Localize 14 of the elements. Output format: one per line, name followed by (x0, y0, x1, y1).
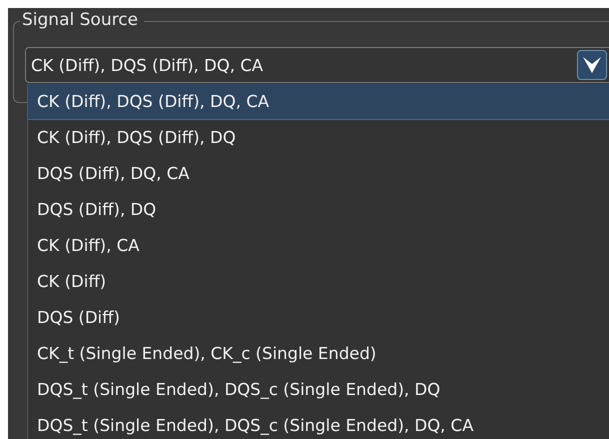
dropdown-option[interactable]: CK (Diff), DQS (Diff), DQ, CA (28, 84, 609, 120)
dropdown-option[interactable]: DQS (Diff) (28, 300, 609, 336)
group-title: Signal Source (20, 10, 144, 30)
dropdown-option[interactable]: DQS (Diff), DQ (28, 192, 609, 228)
chevron-down-icon (583, 57, 601, 73)
signal-source-dropdown[interactable]: CK (Diff), DQS (Diff), DQ, CA (25, 47, 609, 83)
dropdown-button[interactable] (577, 50, 607, 80)
dropdown-option[interactable]: CK (Diff) (28, 264, 609, 300)
dropdown-option[interactable]: CK_t (Single Ended), CK_c (Single Ended) (28, 336, 609, 372)
dropdown-option[interactable]: CK (Diff), CA (28, 228, 609, 264)
dropdown-option[interactable]: DQS_t (Single Ended), DQS_c (Single Ended), DQ (28, 372, 609, 408)
dropdown-option[interactable]: DQS_t (Single Ended), DQS_c (Single Ended), DQ, CA (28, 408, 609, 439)
dropdown-option[interactable]: CK (Diff), DQS (Diff), DQ (28, 120, 609, 156)
dropdown-option[interactable]: DQS (Diff), DQ, CA (28, 156, 609, 192)
